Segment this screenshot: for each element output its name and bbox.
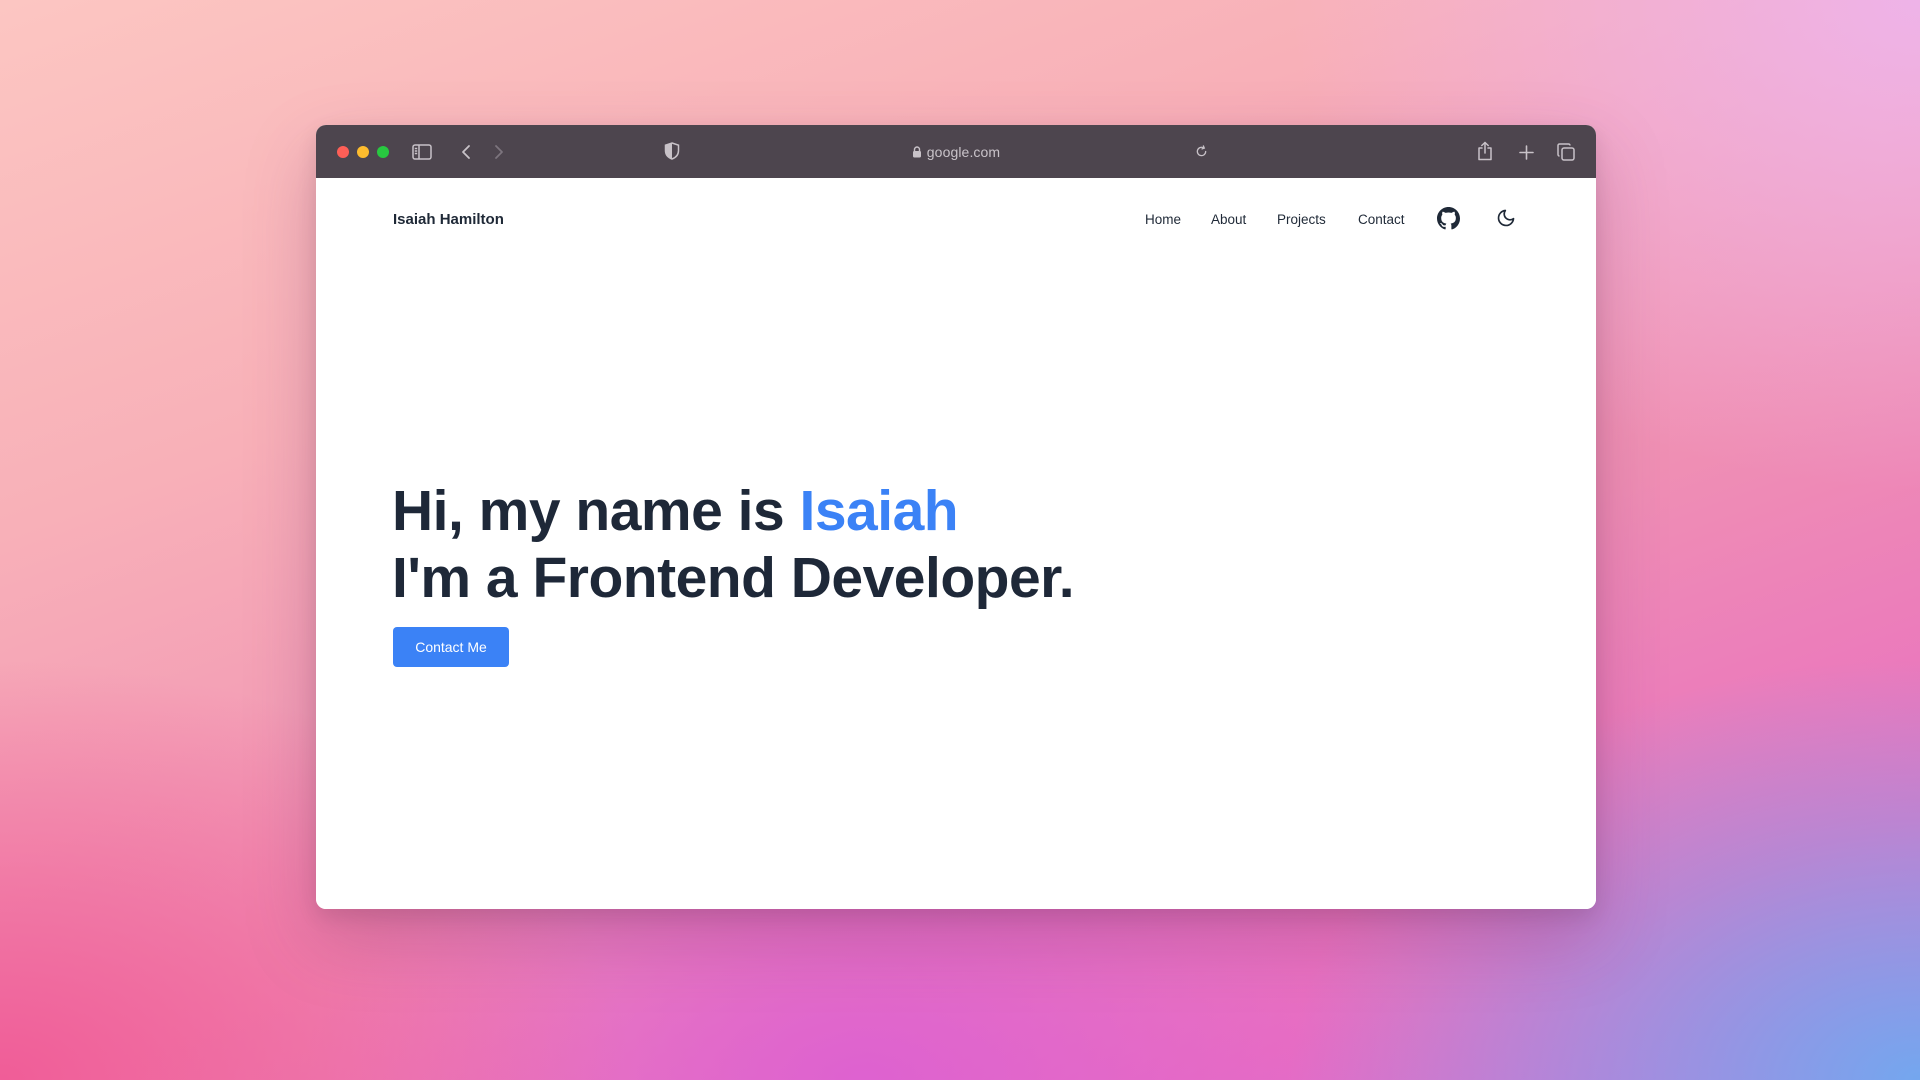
nav-link-contact[interactable]: Contact bbox=[1358, 212, 1405, 227]
address-bar[interactable]: google.com bbox=[316, 125, 1596, 178]
plus-icon[interactable] bbox=[1515, 141, 1537, 163]
share-icon[interactable] bbox=[1474, 139, 1496, 163]
nav-link-home[interactable]: Home bbox=[1145, 212, 1181, 227]
contact-me-button[interactable]: Contact Me bbox=[393, 627, 509, 667]
hero-line-2: I'm a Frontend Developer. bbox=[392, 546, 1075, 610]
hero-heading: Hi, my name is Isaiah I'm a Frontend Dev… bbox=[392, 478, 1075, 612]
hero-line-1: Hi, my name is Isaiah bbox=[392, 478, 1074, 545]
nav-link-about[interactable]: About bbox=[1211, 212, 1246, 227]
github-icon[interactable] bbox=[1435, 205, 1461, 231]
site-brand[interactable]: Isaiah Hamilton bbox=[393, 211, 504, 228]
web-page: Isaiah Hamilton Home About Projects Cont… bbox=[316, 178, 1596, 909]
tabs-overview-icon[interactable] bbox=[1555, 141, 1577, 163]
nav-link-projects[interactable]: Projects bbox=[1277, 212, 1326, 227]
lock-icon bbox=[912, 145, 922, 158]
hero-greeting: Hi, my name is bbox=[392, 479, 785, 543]
hero-name: Isaiah bbox=[799, 479, 959, 543]
browser-window: google.com Isaiah Hamilton Home About Pr… bbox=[316, 125, 1596, 909]
browser-toolbar: google.com bbox=[316, 125, 1596, 178]
moon-icon[interactable] bbox=[1494, 206, 1518, 230]
url-text: google.com bbox=[926, 143, 1001, 160]
reload-icon[interactable] bbox=[1192, 142, 1210, 160]
